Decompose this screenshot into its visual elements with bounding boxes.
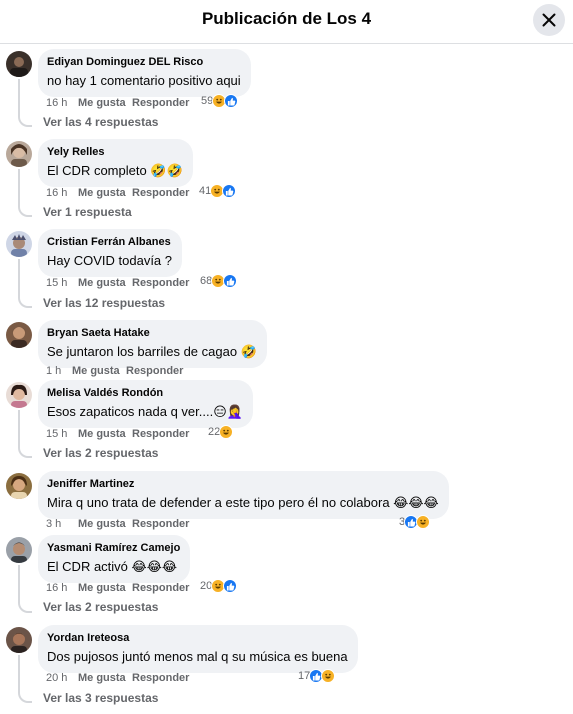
- page-title: Publicación de Los 4: [201, 9, 372, 28]
- comment-actions: 15 h Me gusta Responder: [46, 277, 189, 289]
- comment-actions: 16 h Me gusta Responder: [46, 187, 189, 199]
- avatar[interactable]: [6, 537, 32, 563]
- reply-button[interactable]: Responder: [126, 365, 183, 377]
- comment-bubble: Yasmani Ramírez Camejo El CDR activó 😂😂😂: [38, 535, 191, 583]
- view-replies-link[interactable]: Ver las 2 respuestas: [43, 600, 158, 614]
- comment-bubble: Bryan Saeta Hatake Se juntaron los barri…: [38, 320, 267, 368]
- view-replies-link[interactable]: Ver las 2 respuestas: [43, 446, 158, 460]
- thread-line: [18, 410, 32, 458]
- avatar[interactable]: [6, 322, 32, 348]
- reply-button[interactable]: Responder: [132, 672, 189, 684]
- like-reaction-icon: [223, 579, 238, 593]
- comment-author[interactable]: Jeniffer Martinez: [47, 478, 439, 491]
- like-reaction-icon: [224, 94, 239, 108]
- like-button[interactable]: Me gusta: [72, 365, 126, 377]
- reply-button[interactable]: Responder: [132, 97, 189, 109]
- reply-button[interactable]: Responder: [132, 187, 189, 199]
- thread-line: [18, 565, 32, 613]
- comment-text: Dos pujosos juntó menos mal q su música …: [47, 649, 348, 664]
- like-button[interactable]: Me gusta: [78, 518, 132, 530]
- comment-author[interactable]: Melisa Valdés Rondón: [47, 387, 243, 400]
- reply-button[interactable]: Responder: [132, 582, 189, 594]
- comment-actions: 16 h Me gusta Responder: [46, 582, 189, 594]
- comment-text: Hay COVID todavía ?: [47, 253, 172, 268]
- reaction-summary[interactable]: 3: [399, 515, 431, 529]
- view-replies-link[interactable]: Ver las 12 respuestas: [43, 296, 165, 310]
- comment-author[interactable]: Bryan Saeta Hatake: [47, 327, 257, 340]
- avatar[interactable]: [6, 51, 32, 77]
- thread-line: [18, 79, 32, 127]
- comment-actions: 15 h Me gusta Responder: [46, 428, 189, 440]
- comment-actions: 1 h Me gusta Responder: [46, 365, 183, 377]
- reply-button[interactable]: Responder: [132, 277, 189, 289]
- avatar[interactable]: [6, 473, 32, 499]
- reaction-summary[interactable]: 22: [208, 425, 234, 439]
- close-icon: [542, 13, 556, 27]
- reaction-summary[interactable]: 59: [201, 94, 239, 108]
- view-replies-link[interactable]: Ver las 4 respuestas: [43, 115, 158, 129]
- comment-time[interactable]: 1 h: [46, 365, 72, 377]
- like-button[interactable]: Me gusta: [78, 187, 132, 199]
- comment-bubble: Melisa Valdés Rondón Esos zapaticos nada…: [38, 380, 253, 428]
- reaction-summary[interactable]: 17: [298, 669, 336, 683]
- comment-text: Se juntaron los barriles de cagao 🤣: [47, 344, 257, 359]
- close-button[interactable]: [533, 4, 565, 36]
- like-button[interactable]: Me gusta: [78, 428, 132, 440]
- comment-text: Mira q uno trata de defender a este tipo…: [47, 495, 439, 510]
- comment-actions: 3 h Me gusta Responder: [46, 518, 189, 530]
- comment-time[interactable]: 16 h: [46, 187, 78, 199]
- comment-bubble: Jeniffer Martinez Mira q uno trata de de…: [38, 471, 449, 519]
- avatar[interactable]: [6, 141, 32, 167]
- thread-line: [18, 169, 32, 217]
- reply-button[interactable]: Responder: [132, 518, 189, 530]
- comment-time[interactable]: 16 h: [46, 582, 78, 594]
- avatar[interactable]: [6, 231, 32, 257]
- reaction-summary[interactable]: 41: [199, 184, 237, 198]
- view-replies-link[interactable]: Ver las 3 respuestas: [43, 691, 158, 705]
- reaction-summary[interactable]: 20: [200, 579, 238, 593]
- comment-text: no hay 1 comentario positivo aqui: [47, 73, 241, 88]
- like-button[interactable]: Me gusta: [78, 672, 132, 684]
- comment-time[interactable]: 16 h: [46, 97, 78, 109]
- view-replies-link[interactable]: Ver 1 respuesta: [43, 205, 132, 219]
- comment-time[interactable]: 20 h: [46, 672, 78, 684]
- comment-time[interactable]: 15 h: [46, 428, 78, 440]
- reply-button[interactable]: Responder: [132, 428, 189, 440]
- thread-line: [18, 259, 32, 308]
- comment-author[interactable]: Yely Relles: [47, 146, 183, 159]
- like-button[interactable]: Me gusta: [78, 582, 132, 594]
- thread-line: [18, 655, 32, 703]
- comment-author[interactable]: Yasmani Ramírez Camejo: [47, 542, 180, 555]
- avatar[interactable]: [6, 627, 32, 653]
- comment-bubble: Yely Relles El CDR completo 🤣🤣: [38, 139, 193, 187]
- comment-text: El CDR completo 🤣🤣: [47, 163, 183, 178]
- comment-bubble: Yordan Ireteosa Dos pujosos juntó menos …: [38, 625, 358, 673]
- avatar[interactable]: [6, 382, 32, 408]
- comment-author[interactable]: Ediyan Dominguez DEL Risco: [47, 56, 241, 69]
- haha-reaction-icon: [321, 669, 336, 683]
- haha-reaction-icon: [219, 425, 234, 439]
- comment-author[interactable]: Yordan Ireteosa: [47, 632, 348, 645]
- reaction-summary[interactable]: 68: [200, 274, 238, 288]
- like-reaction-icon: [223, 274, 238, 288]
- like-button[interactable]: Me gusta: [78, 277, 132, 289]
- post-header: Publicación de Los 4: [0, 0, 573, 44]
- comment-time[interactable]: 3 h: [46, 518, 78, 530]
- comment-text: Esos zapaticos nada q ver....😑🤦‍♀️: [47, 404, 243, 419]
- comment-actions: 20 h Me gusta Responder: [46, 672, 189, 684]
- like-button[interactable]: Me gusta: [78, 97, 132, 109]
- comment-actions: 16 h Me gusta Responder: [46, 97, 189, 109]
- comment-author[interactable]: Cristian Ferrán Albanes: [47, 236, 172, 249]
- like-reaction-icon: [222, 184, 237, 198]
- haha-reaction-icon: [416, 515, 431, 529]
- comment-bubble: Ediyan Dominguez DEL Risco no hay 1 come…: [38, 49, 251, 97]
- comment-time[interactable]: 15 h: [46, 277, 78, 289]
- comment-text: El CDR activó 😂😂😂: [47, 559, 178, 574]
- comment-bubble: Cristian Ferrán Albanes Hay COVID todaví…: [38, 229, 182, 277]
